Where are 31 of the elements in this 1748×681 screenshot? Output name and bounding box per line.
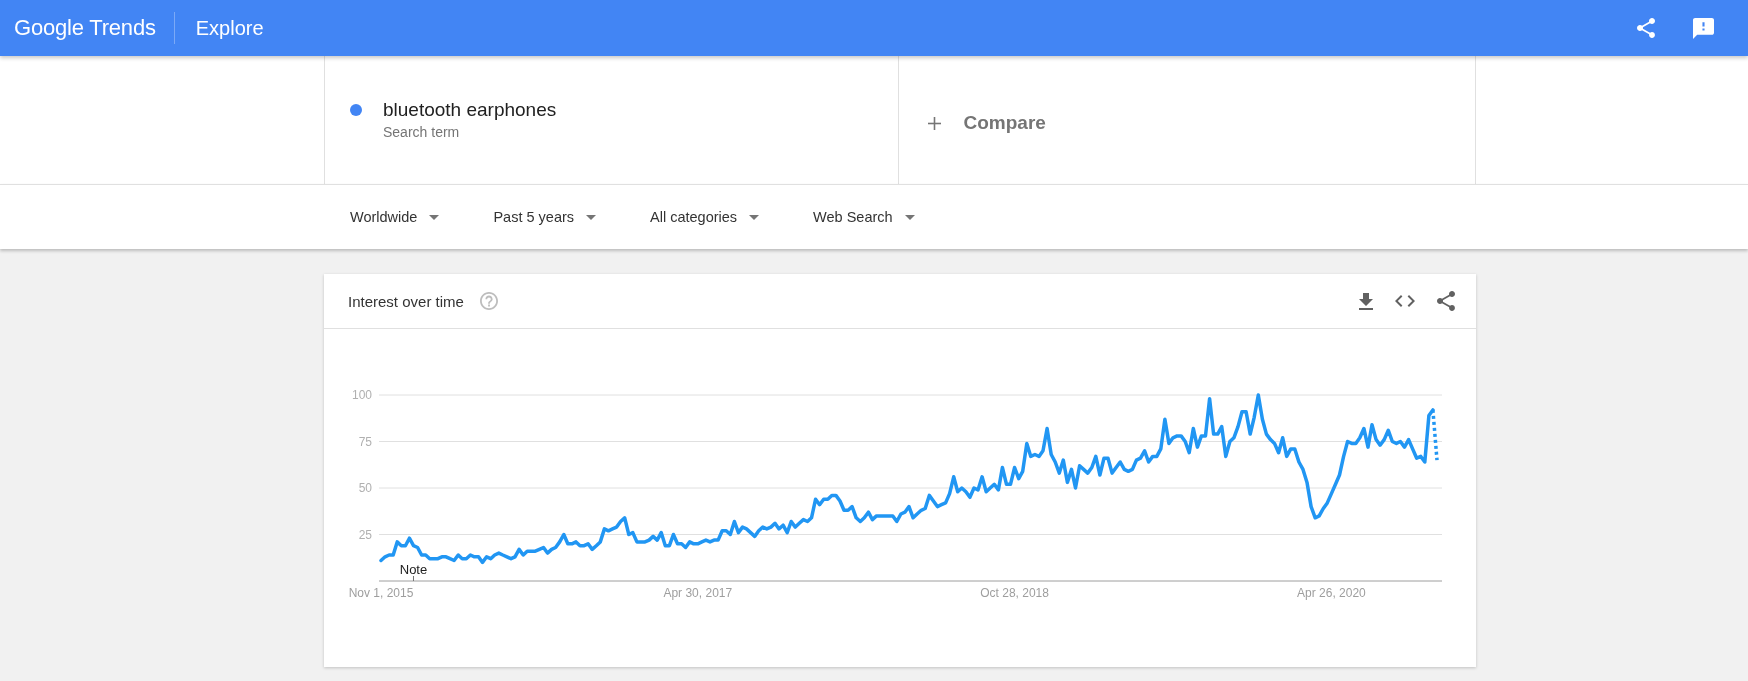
page-title: Explore (195, 16, 264, 40)
compare-button[interactable]: Compare (927, 112, 1046, 134)
search-term-caption: Search term (383, 124, 460, 141)
search-term[interactable]: bluetooth earphones (383, 99, 557, 121)
caret-icon (586, 214, 597, 220)
caret-icon (749, 214, 760, 220)
embed-code-icon[interactable] (1395, 295, 1415, 307)
share-icon[interactable] (1437, 291, 1455, 311)
y-axis-label: 50 (358, 481, 372, 495)
caret-icon (429, 214, 440, 220)
y-axis-label: 100 (351, 388, 372, 402)
filter-dropdown[interactable]: Past 5 years (493, 209, 597, 225)
share-icon[interactable] (1637, 18, 1655, 38)
note-annotation[interactable]: Note (399, 562, 428, 582)
filter-dropdown[interactable]: Worldwide (350, 209, 440, 225)
x-axis-label: Apr 30, 2017 (663, 586, 733, 600)
annotation: Note (399, 562, 428, 577)
feedback-icon[interactable] (1693, 17, 1714, 39)
x-axis-label: Nov 1, 2015 (348, 586, 414, 600)
x-axis-label: Apr 26, 2020 (1297, 586, 1366, 600)
filter-dropdown[interactable]: Web Search (813, 209, 915, 225)
card-title: Interest over time (348, 292, 464, 310)
filter-dropdown[interactable]: All categories (650, 209, 760, 225)
x-axis-label: Oct 28, 2018 (980, 586, 1049, 600)
caret-icon (904, 214, 915, 220)
y-axis-label: 25 (358, 527, 372, 542)
y-axis-label: 75 (358, 434, 372, 449)
download-icon[interactable] (1359, 292, 1373, 310)
plus-icon (927, 116, 941, 130)
logo[interactable]: Google Trends (14, 15, 156, 41)
partial-data-line (1431, 409, 1439, 461)
